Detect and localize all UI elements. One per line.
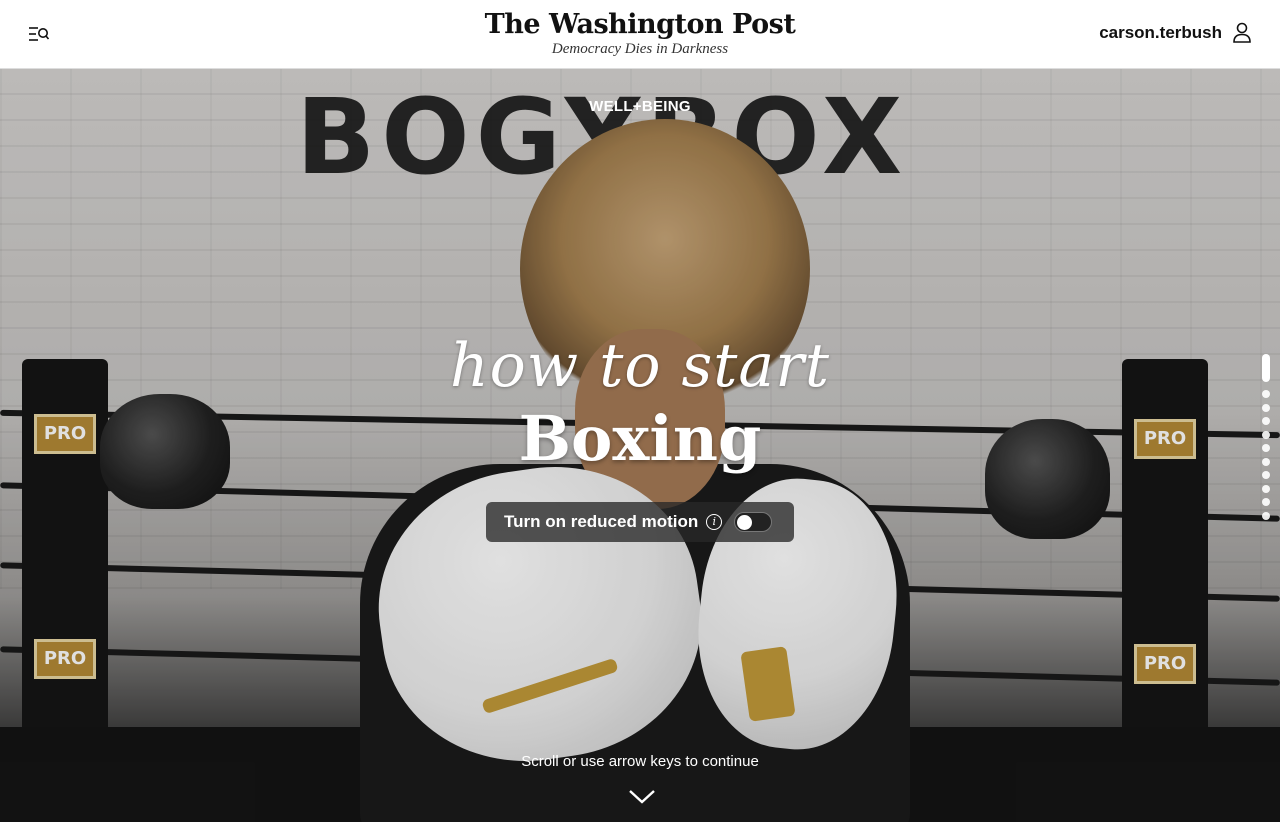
scroll-down-button[interactable] (627, 785, 657, 807)
switch-knob (737, 514, 753, 530)
masthead-name[interactable]: The Washington Post (0, 8, 1280, 42)
username[interactable]: carson.terbush (1099, 23, 1222, 43)
info-icon[interactable]: i (706, 514, 723, 530)
progress-dot[interactable] (1262, 457, 1270, 466)
masthead[interactable]: The Washington Post Democracy Dies in Da… (0, 8, 1280, 57)
progress-dot[interactable] (1262, 444, 1270, 452)
progress-dot[interactable] (1262, 417, 1270, 425)
reduced-motion-switch[interactable] (734, 512, 773, 532)
progress-dot[interactable] (1262, 511, 1270, 520)
scroll-hint: Scroll or use arrow keys to continue (521, 753, 759, 770)
progress-dot[interactable] (1262, 498, 1270, 506)
masthead-tagline: Democracy Dies in Darkness (551, 41, 729, 57)
progress-dot[interactable] (1262, 390, 1270, 398)
reduced-motion-toggle[interactable]: Turn on reduced motion i (486, 502, 794, 542)
user-account-button[interactable]: carson.terbush (1099, 22, 1252, 44)
site-header: The Washington Post Democracy Dies in Da… (0, 0, 1280, 69)
user-icon[interactable] (1232, 22, 1252, 44)
script-title: how to start (450, 331, 830, 401)
article-title: Boxing (518, 402, 762, 475)
scroll-progress-indicator (1261, 354, 1271, 539)
reduced-motion-label: Turn on reduced motion (504, 512, 699, 531)
hero-video: BOGYBOX PRO PRO PRO PRO WELL+BEING how t… (0, 69, 1280, 822)
chevron-down-icon (629, 790, 655, 804)
progress-dot[interactable] (1262, 471, 1270, 479)
section-label[interactable]: WELL+BEING (0, 98, 1280, 115)
progress-dot[interactable] (1262, 403, 1270, 412)
progress-dot[interactable] (1262, 484, 1270, 493)
progress-active-marker[interactable] (1262, 354, 1270, 382)
progress-dot[interactable] (1262, 430, 1270, 439)
